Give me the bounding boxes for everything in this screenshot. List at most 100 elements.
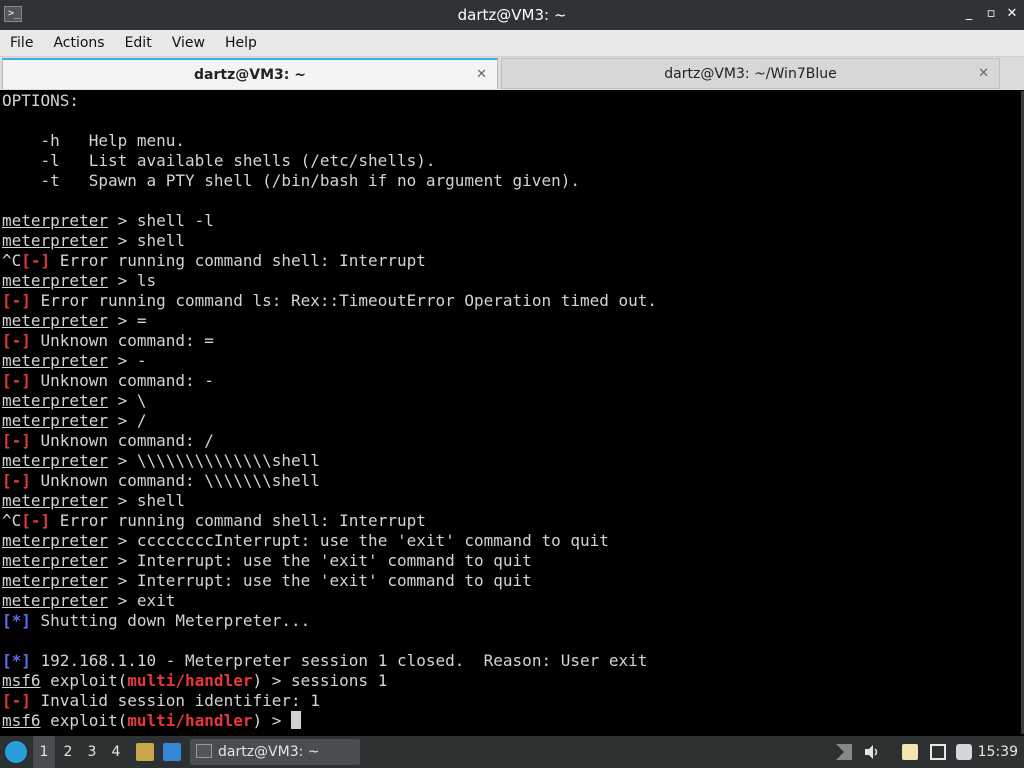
terminal-text: Unknown command: / bbox=[30, 431, 214, 450]
workspace-1[interactable]: 1 bbox=[33, 736, 55, 768]
menu-edit[interactable]: Edit bbox=[115, 30, 162, 56]
notifications-icon[interactable] bbox=[956, 744, 972, 760]
menu-file[interactable]: File bbox=[0, 30, 43, 56]
terminal-text: meterpreter bbox=[2, 411, 108, 430]
terminal-line: ^C[-] Error running command shell: Inter… bbox=[0, 251, 1022, 271]
terminal-text: ^C bbox=[2, 251, 22, 270]
terminal-text: Unknown command: = bbox=[30, 331, 214, 350]
show-desktop-icon[interactable] bbox=[163, 743, 181, 761]
terminal-line: msf6 exploit(multi/handler) > bbox=[0, 711, 1022, 731]
terminal-text: meterpreter bbox=[2, 311, 108, 330]
terminal-line: meterpreter > ls bbox=[0, 271, 1022, 291]
terminal-text: meterpreter bbox=[2, 591, 108, 610]
terminal-line: ^C[-] Error running command shell: Inter… bbox=[0, 511, 1022, 531]
terminal-line: meterpreter > shell bbox=[0, 491, 1022, 511]
terminal-icon bbox=[196, 744, 212, 758]
workspace-2[interactable]: 2 bbox=[57, 736, 79, 768]
terminal-line: meterpreter > ccccccccInterrupt: use the… bbox=[0, 531, 1022, 551]
menu-help[interactable]: Help bbox=[215, 30, 267, 56]
terminal-text: meterpreter bbox=[2, 571, 108, 590]
terminal-line: meterpreter > \\\\\\\\\\\\\\shell bbox=[0, 451, 1022, 471]
terminal-text: meterpreter bbox=[2, 491, 108, 510]
tab-label: dartz@VM3: ~/Win7Blue bbox=[664, 66, 837, 82]
terminal-line: meterpreter > exit bbox=[0, 591, 1022, 611]
tab-home[interactable]: dartz@VM3: ~ ✕ bbox=[2, 58, 498, 89]
terminal-line: meterpreter > = bbox=[0, 311, 1022, 331]
terminal-text: meterpreter bbox=[2, 231, 108, 250]
terminal-text: ) > bbox=[252, 711, 291, 730]
terminal-text: meterpreter bbox=[2, 391, 108, 410]
terminal-text: [-] bbox=[2, 331, 31, 350]
terminal-text: > Interrupt: use the 'exit' command to q… bbox=[107, 551, 532, 570]
terminal-text: OPTIONS: bbox=[2, 91, 80, 110]
clipboard-icon[interactable] bbox=[902, 744, 918, 760]
start-menu-icon[interactable] bbox=[5, 741, 27, 763]
terminal-text: exploit( bbox=[40, 711, 128, 730]
terminal-output[interactable]: OPTIONS: -h Help menu. -l List available… bbox=[0, 91, 1022, 734]
title-bar: >_ dartz@VM3: ~ _ ▫ ✕ bbox=[0, 0, 1024, 30]
terminal-text: [-] bbox=[2, 291, 31, 310]
close-button[interactable]: ✕ bbox=[1003, 5, 1021, 23]
menu-view[interactable]: View bbox=[162, 30, 215, 56]
terminal-line: -h Help menu. bbox=[0, 131, 1022, 151]
terminal-text: > ccccccccInterrupt: use the 'exit' comm… bbox=[107, 531, 609, 550]
terminal-text: msf6 bbox=[2, 671, 41, 690]
workspace-4[interactable]: 4 bbox=[105, 736, 127, 768]
maximize-button[interactable]: ▫ bbox=[982, 5, 1000, 23]
terminal-line: -l List available shells (/etc/shells). bbox=[0, 151, 1022, 171]
taskbar-task-terminal[interactable]: dartz@VM3: ~ bbox=[190, 739, 360, 765]
tray-hidden-icon[interactable] bbox=[836, 744, 852, 760]
terminal-text: > shell -l bbox=[107, 211, 214, 230]
terminal-line: [-] Unknown command: = bbox=[0, 331, 1022, 351]
terminal-text: [-] bbox=[21, 511, 51, 530]
terminal-text: > shell bbox=[107, 231, 186, 250]
terminal-text: meterpreter bbox=[2, 451, 108, 470]
tab-label: dartz@VM3: ~ bbox=[194, 67, 306, 83]
terminal-line: [*] Shutting down Meterpreter... bbox=[0, 611, 1022, 631]
terminal-line: -t Spawn a PTY shell (/bin/bash if no ar… bbox=[0, 171, 1022, 191]
terminal-text: [*] bbox=[2, 651, 31, 670]
menu-bar: File Actions Edit View Help bbox=[0, 30, 1024, 57]
network-icon[interactable] bbox=[930, 744, 946, 760]
terminal-text: Unknown command: - bbox=[30, 371, 214, 390]
tab-bar: dartz@VM3: ~ ✕ dartz@VM3: ~/Win7Blue ✕ bbox=[0, 57, 1024, 90]
tab-win7blue[interactable]: dartz@VM3: ~/Win7Blue ✕ bbox=[501, 58, 1000, 89]
terminal-line: [-] Invalid session identifier: 1 bbox=[0, 691, 1022, 711]
terminal-text: Error running command shell: Interrupt bbox=[50, 251, 426, 270]
terminal-line: meterpreter > / bbox=[0, 411, 1022, 431]
minimize-button[interactable]: _ bbox=[960, 5, 978, 23]
terminal-text: > = bbox=[107, 311, 147, 330]
taskbar: 1 2 3 4 dartz@VM3: ~ 15:39 bbox=[0, 736, 1024, 768]
terminal-line: [-] Unknown command: - bbox=[0, 371, 1022, 391]
terminal-text: multi/handler bbox=[127, 671, 253, 690]
menu-actions[interactable]: Actions bbox=[43, 30, 114, 56]
workspace-3[interactable]: 3 bbox=[81, 736, 103, 768]
terminal-line: [-] Error running command ls: Rex::Timeo… bbox=[0, 291, 1022, 311]
terminal-text: meterpreter bbox=[2, 531, 108, 550]
terminal-text: Unknown command: \\\\\\\shell bbox=[30, 471, 320, 490]
terminal-text: [-] bbox=[2, 691, 31, 710]
terminal-text: meterpreter bbox=[2, 211, 108, 230]
clock: 15:39 bbox=[977, 744, 1018, 760]
window-title: dartz@VM3: ~ bbox=[457, 6, 567, 24]
terminal-text: Error running command ls: Rex::TimeoutEr… bbox=[30, 291, 658, 310]
terminal-line: msf6 exploit(multi/handler) > sessions 1 bbox=[0, 671, 1022, 691]
terminal-text: [-] bbox=[2, 431, 31, 450]
terminal-text: Invalid session identifier: 1 bbox=[30, 691, 320, 710]
terminal-text: Shutting down Meterpreter... bbox=[30, 611, 311, 630]
terminal-cursor bbox=[291, 711, 301, 729]
terminal-text: Error running command shell: Interrupt bbox=[50, 511, 426, 530]
tab-close-icon[interactable]: ✕ bbox=[978, 59, 989, 89]
terminal-text: > / bbox=[107, 411, 147, 430]
terminal-line: meterpreter > shell -l bbox=[0, 211, 1022, 231]
terminal-text: > shell bbox=[107, 491, 186, 510]
terminal-text: meterpreter bbox=[2, 271, 108, 290]
terminal-text: multi/handler bbox=[127, 711, 253, 730]
tab-close-icon[interactable]: ✕ bbox=[476, 60, 487, 90]
file-manager-icon[interactable] bbox=[136, 743, 154, 761]
volume-icon[interactable] bbox=[864, 744, 880, 760]
terminal-text: [*] bbox=[2, 611, 31, 630]
terminal-text: meterpreter bbox=[2, 351, 108, 370]
